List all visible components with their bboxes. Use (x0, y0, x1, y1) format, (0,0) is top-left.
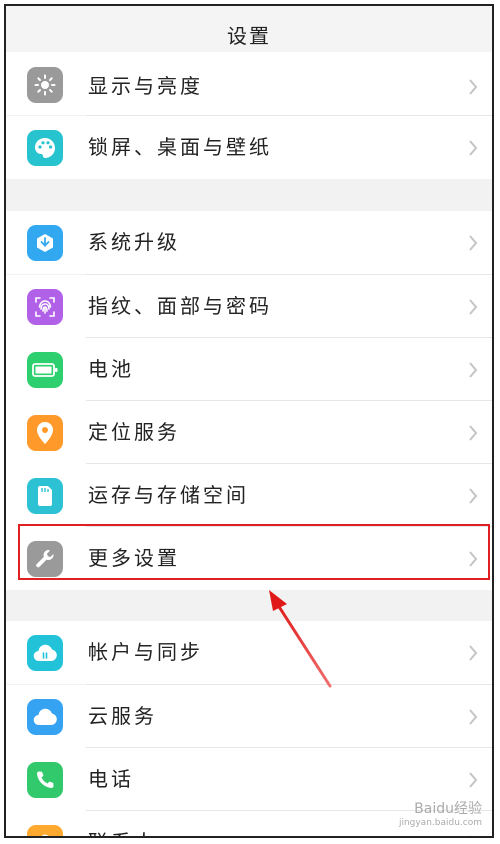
page-title: 设置 (227, 23, 271, 48)
highlight-box (18, 524, 490, 580)
settings-item-label: 指纹、面部与密码 (88, 294, 272, 318)
chevron-right-icon (469, 79, 478, 95)
settings-item-wallpaper[interactable]: 锁屏、桌面与壁纸 (6, 116, 492, 179)
settings-item-account-sync[interactable]: 帐户与同步 (6, 621, 492, 684)
settings-item-location[interactable]: 定位服务 (6, 401, 492, 464)
chevron-right-icon (469, 140, 478, 156)
chevron-right-icon (469, 488, 478, 504)
watermark-text: Baidu经验 (414, 801, 482, 817)
annotation-arrow-icon (269, 590, 332, 688)
settings-item-label: 运存与存储空间 (88, 483, 249, 507)
fingerprint-icon (27, 289, 63, 325)
chevron-right-icon (469, 772, 478, 788)
settings-item-storage[interactable]: 运存与存储空间 (6, 464, 492, 527)
chevron-right-icon (469, 425, 478, 441)
battery-icon (27, 352, 63, 388)
settings-item-label: 电话 (88, 767, 134, 791)
chevron-right-icon (469, 362, 478, 378)
location-pin-icon (27, 415, 63, 451)
palette-icon (27, 130, 63, 166)
settings-item-fingerprint[interactable]: 指纹、面部与密码 (6, 275, 492, 338)
settings-item-label: 联系人 (88, 811, 157, 836)
watermark-url: jingyan.baidu.com (398, 818, 482, 828)
system-update-icon (27, 225, 63, 261)
settings-screen: 设置 显示与亮度 锁屏、桌面与壁纸 系统升级 指纹、面部与密码 电池 定位服务 … (4, 4, 494, 838)
settings-item-label: 电池 (88, 357, 134, 381)
settings-item-label: 锁屏、桌面与壁纸 (88, 135, 272, 159)
chevron-right-icon (469, 709, 478, 725)
settings-item-label: 云服务 (88, 704, 157, 728)
settings-item-label: 帐户与同步 (88, 640, 203, 664)
settings-item-battery[interactable]: 电池 (6, 338, 492, 401)
settings-item-label: 显示与亮度 (88, 74, 203, 98)
settings-item-display[interactable]: 显示与亮度 (6, 52, 492, 115)
sd-card-icon (27, 478, 63, 514)
chevron-right-icon (469, 645, 478, 661)
chevron-right-icon (469, 235, 478, 251)
chevron-right-icon (469, 299, 478, 315)
settings-item-label: 系统升级 (88, 230, 180, 254)
settings-item-system-update[interactable]: 系统升级 (6, 211, 492, 274)
phone-icon (27, 762, 63, 798)
settings-item-label: 定位服务 (88, 420, 180, 444)
sync-cloud-icon (27, 635, 63, 671)
sun-icon (27, 67, 63, 103)
contacts-icon (27, 825, 63, 836)
cloud-icon (27, 699, 63, 735)
baidu-watermark: Baidu经验 jingyan.baidu.com (399, 802, 482, 830)
settings-item-cloud[interactable]: 云服务 (6, 685, 492, 748)
chevron-right-icon (470, 835, 472, 836)
